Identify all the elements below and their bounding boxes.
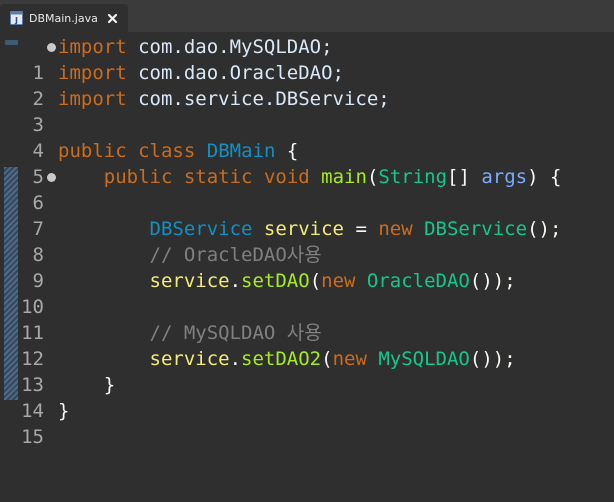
variable: service	[149, 270, 230, 292]
code-line: 9 // OracleDAO사용	[0, 242, 614, 292]
call-end: ();	[527, 218, 562, 240]
method-name: setDAO2	[241, 348, 322, 370]
paren: (	[321, 348, 333, 370]
code-line: 10 service.setDAO(new OracleDAO());	[0, 268, 614, 318]
svg-text:J: J	[14, 16, 18, 25]
fold-toggle-icon[interactable]	[45, 34, 57, 60]
keyword: import	[58, 62, 127, 84]
import-path: com.dao.MySQLDAO;	[126, 36, 333, 58]
keyword: new	[378, 218, 413, 240]
keyword: class	[138, 140, 196, 162]
keyword: public	[58, 140, 127, 162]
line-number: 15	[21, 426, 44, 448]
code-line: 6 public static void main(String[] args)…	[0, 164, 614, 214]
keyword: new	[321, 270, 356, 292]
fold-toggle-icon[interactable]	[45, 164, 57, 190]
import-path: com.service.DBService;	[126, 88, 390, 110]
brace: }	[58, 400, 70, 422]
method-name: main	[321, 166, 367, 188]
code-line: 14 }	[0, 372, 614, 422]
brace: }	[103, 374, 116, 396]
type-name: String	[378, 166, 448, 188]
code-line: 13 service.setDAO2(new MySQLDAO());	[0, 346, 614, 396]
keyword: new	[332, 348, 367, 370]
type-name: DBService	[149, 218, 253, 240]
dot: .	[229, 348, 242, 370]
code-line: 12 // MySQLDAO 사용	[0, 320, 614, 370]
paren: (	[366, 166, 379, 188]
tab-filename: DBMain.java	[29, 11, 98, 25]
comment: // OracleDAO사용	[149, 244, 322, 266]
paren-brace: ) {	[527, 166, 562, 188]
variable: service	[263, 218, 344, 240]
keyword: public	[103, 166, 173, 188]
constructor: MySQLDAO	[378, 348, 470, 370]
dot: .	[229, 270, 242, 292]
code-line: 5 public class DBMain {	[0, 138, 614, 188]
import-path: com.dao.OracleDAO;	[126, 62, 344, 84]
code-line: 8 DBService service = new DBService();	[0, 216, 614, 266]
editor-tab-bar: J DBMain.java	[0, 0, 614, 32]
code-line: 4	[0, 112, 614, 162]
keyword: import	[58, 88, 127, 110]
code-line: 2 import com.dao.OracleDAO;	[0, 60, 614, 110]
keyword: void	[263, 166, 310, 188]
call-end: ());	[469, 270, 516, 292]
code-editor[interactable]: 1 import com.dao.MySQLDAO; 2 import com.…	[0, 32, 614, 448]
tab-dbmain-java[interactable]: J DBMain.java	[0, 4, 128, 32]
paren: (	[309, 270, 322, 292]
code-line: 11	[0, 294, 614, 344]
keyword: static	[183, 166, 253, 188]
array-brackets: []	[447, 166, 482, 188]
code-line: 3 import com.service.DBService;	[0, 86, 614, 136]
constructor: DBService	[424, 218, 528, 240]
code-line: 1 import com.dao.MySQLDAO;	[0, 34, 614, 84]
code-line: 15 }	[0, 398, 614, 448]
comment: // MySQLDAO 사용	[149, 322, 322, 344]
call-end: ());	[469, 348, 516, 370]
close-icon[interactable]	[106, 11, 120, 25]
parameter: args	[481, 166, 528, 188]
class-name: DBMain	[206, 140, 276, 162]
constructor: OracleDAO	[366, 270, 470, 292]
operator: =	[344, 218, 379, 240]
variable: service	[149, 348, 230, 370]
java-file-icon: J	[10, 11, 23, 25]
code-line: 7	[0, 190, 614, 240]
keyword: import	[58, 36, 127, 58]
brace: {	[275, 140, 299, 162]
method-name: setDAO	[241, 270, 310, 292]
